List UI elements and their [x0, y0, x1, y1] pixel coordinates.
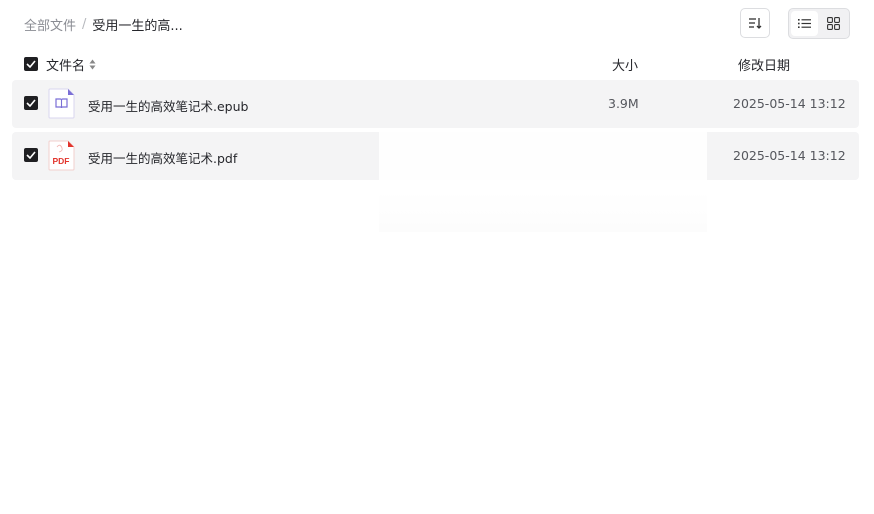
column-header-name-label: 文件名 — [46, 59, 86, 74]
file-browser: 全部文件 / 受用一生的高... 文件名 大小 修改日期 受用一生的高效笔记术.… — [0, 0, 874, 514]
table-row[interactable]: 受用一生的高效笔记术.epub 3.9M 2025-05-14 13:12 — [12, 80, 859, 128]
breadcrumb-current: 受用一生的高... — [92, 18, 183, 34]
checkmark-icon — [26, 60, 36, 68]
sort-icon — [749, 18, 762, 29]
epub-file-icon — [48, 88, 75, 119]
breadcrumb-separator: / — [82, 16, 87, 32]
sort-toggle-icon[interactable] — [89, 59, 96, 70]
pdf-icon-label: PDF — [53, 156, 70, 166]
breadcrumb: 全部文件 / 受用一生的高... — [24, 14, 183, 34]
table-header: 文件名 大小 修改日期 — [0, 52, 874, 76]
checkmark-icon — [26, 151, 36, 159]
file-size: 3.9M — [608, 96, 639, 111]
checkmark-icon — [26, 99, 36, 107]
column-header-date[interactable]: 修改日期 — [738, 55, 790, 74]
file-date: 2025-05-14 13:12 — [733, 96, 846, 111]
breadcrumb-root-link[interactable]: 全部文件 — [24, 15, 76, 34]
grid-view-icon — [827, 17, 840, 30]
select-all-checkbox[interactable] — [24, 57, 38, 71]
file-name[interactable]: 受用一生的高效笔记术.pdf — [88, 148, 237, 167]
view-toggle — [788, 8, 850, 39]
file-date: 2025-05-14 13:12 — [733, 148, 846, 163]
row-checkbox[interactable] — [24, 96, 38, 110]
column-header-size[interactable]: 大小 — [612, 55, 638, 74]
column-header-name[interactable]: 文件名 — [46, 55, 96, 74]
row-checkbox[interactable] — [24, 148, 38, 162]
pdf-file-icon: PDF — [48, 140, 75, 171]
list-view-icon — [798, 19, 811, 28]
sort-button[interactable] — [740, 8, 770, 38]
list-view-button[interactable] — [791, 11, 818, 36]
grid-view-button[interactable] — [820, 11, 847, 36]
file-name[interactable]: 受用一生的高效笔记术.epub — [88, 96, 248, 115]
faint-overlay — [379, 128, 707, 232]
